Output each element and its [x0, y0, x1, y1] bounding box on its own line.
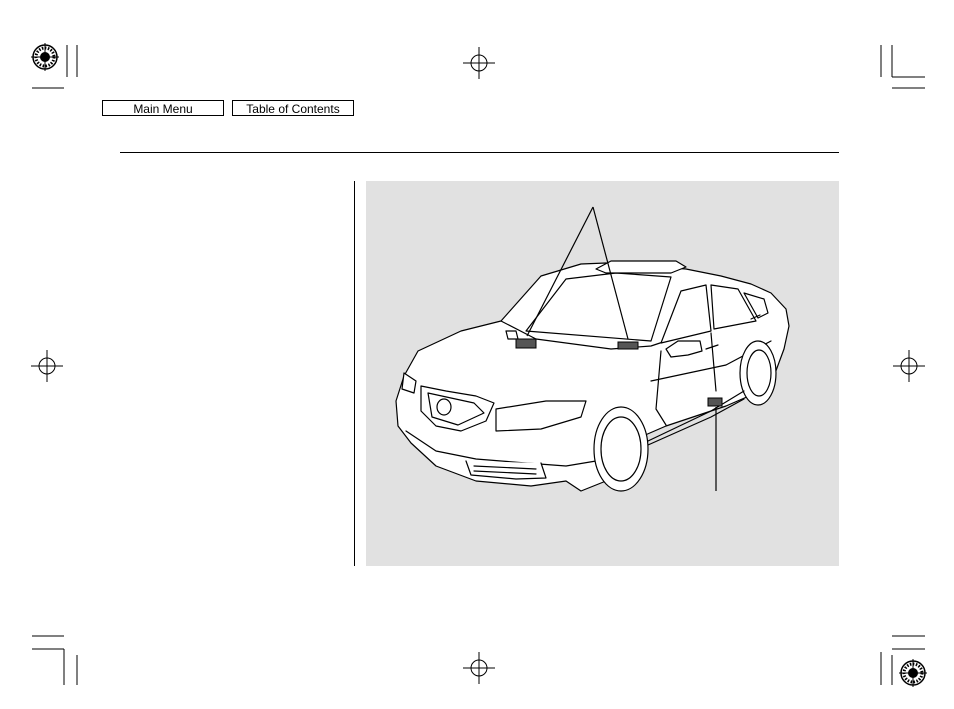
door-jamb-label [707, 397, 723, 407]
header-divider [120, 152, 839, 153]
crosshair-icon [893, 350, 925, 382]
crosshair-icon [463, 652, 495, 684]
crosshair-icon [31, 350, 63, 382]
main-menu-button[interactable]: Main Menu [102, 100, 224, 116]
registration-mark-icon [899, 659, 927, 687]
column-divider [354, 181, 355, 566]
label-location-figure [366, 181, 839, 566]
car-illustration [366, 181, 839, 566]
windshield-label-right [617, 341, 639, 350]
registration-mark-icon [31, 43, 59, 71]
windshield-label-left [515, 338, 537, 349]
crosshair-icon [463, 47, 495, 79]
table-of-contents-button[interactable]: Table of Contents [232, 100, 354, 116]
